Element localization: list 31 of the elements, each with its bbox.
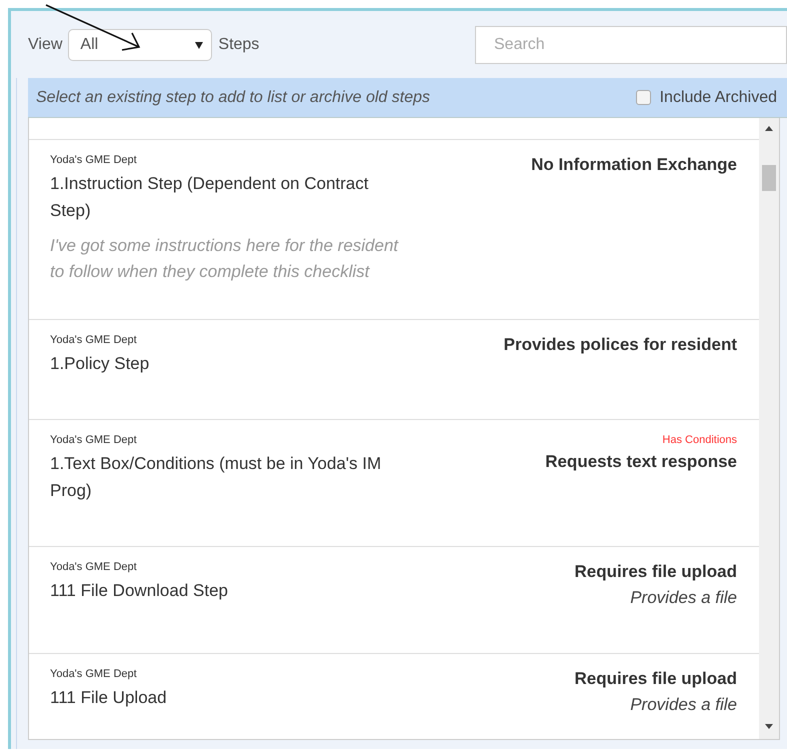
step-type: Requests text response [545, 451, 737, 473]
conditions-label: Has Conditions [662, 433, 737, 448]
step-type: Requires file upload [574, 668, 737, 690]
step-type: Provides polices for resident [504, 334, 737, 356]
step-title: 1.Policy Step [50, 353, 150, 375]
step-dept: Yoda's GME Dept [50, 667, 138, 682]
step-dept: Yoda's GME Dept [50, 560, 138, 575]
scroll-thumb[interactable] [762, 165, 776, 191]
step-description: I've got some instructions here for the resident to follow when they complete this checklist [50, 235, 400, 283]
step-type: No Information Exchange [531, 154, 737, 176]
step-dept: Yoda's GME Dept [50, 153, 138, 168]
search-field[interactable]: Search [475, 26, 787, 64]
step-dept: Yoda's GME Dept [50, 333, 138, 348]
scroll-up-icon[interactable] [765, 126, 773, 131]
step-type: Requires file upload [574, 561, 737, 583]
steps-label: Steps [218, 36, 260, 54]
step-title: 111 File Download Step [50, 580, 229, 602]
view-select[interactable]: All [68, 29, 212, 61]
step-title: 1.Text Box/Conditions (must be in Yoda's IM Prog) [50, 453, 382, 502]
step-subtype: Provides a file [630, 694, 737, 716]
step-title: 111 File Upload [50, 687, 168, 709]
caret-icon [195, 42, 204, 48]
scroll-down-icon[interactable] [765, 724, 773, 729]
scrollbar[interactable] [759, 118, 779, 739]
step-dept: Yoda's GME Dept [50, 433, 138, 448]
view-label: View [28, 36, 62, 54]
banner-text: Select an existing step to add to list or archive old steps [36, 88, 430, 106]
include-archived-label: Include Archived [660, 88, 777, 106]
step-title: 1.Instruction Step (Dependent on Contract Step) [50, 173, 370, 222]
include-archived-checkbox[interactable] [636, 90, 651, 105]
step-subtype: Provides a file [630, 587, 737, 609]
